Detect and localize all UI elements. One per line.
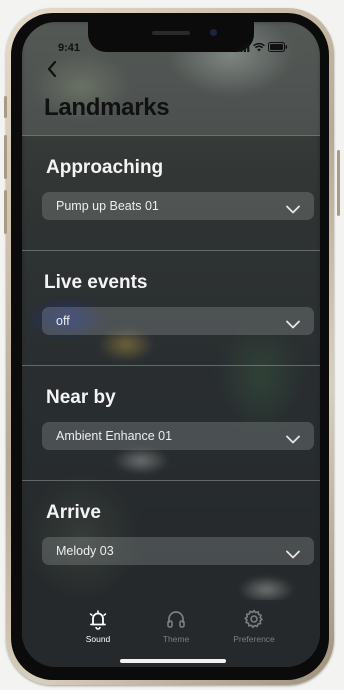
notch	[88, 22, 254, 52]
tab-preference[interactable]: Preference	[214, 608, 294, 650]
volume-up-button	[4, 135, 7, 179]
section-label: Live events	[44, 272, 148, 293]
chevron-down-icon	[286, 546, 300, 564]
app-screen: 9:41 Landmarks Approaching Pump up Beats…	[22, 22, 320, 667]
chevron-left-icon	[47, 60, 57, 82]
section-label: Near by	[46, 387, 116, 408]
status-icons	[237, 42, 288, 52]
section-approaching: Approaching Pump up Beats 01	[22, 135, 320, 250]
wifi-icon	[253, 42, 265, 52]
status-bar: 9:41	[22, 22, 320, 66]
near-by-sound-select[interactable]: Ambient Enhance 01	[42, 422, 314, 450]
chevron-down-icon	[286, 201, 300, 219]
speaker-grille	[152, 31, 190, 35]
cellular-signal-icon	[237, 42, 250, 52]
section-live-events: Live events off	[22, 250, 320, 365]
select-value: Melody 03	[56, 544, 114, 558]
chevron-down-icon	[286, 431, 300, 449]
section-label: Arrive	[46, 502, 101, 523]
volume-down-button	[4, 190, 7, 234]
power-button	[337, 150, 340, 216]
headphones-icon	[165, 608, 187, 630]
select-value: Ambient Enhance 01	[56, 429, 173, 443]
home-indicator[interactable]	[120, 659, 226, 663]
canvas: 9:41 Landmarks Approaching Pump up Beats…	[0, 0, 344, 690]
bell-icon	[87, 608, 109, 630]
status-time: 9:41	[58, 42, 81, 54]
live-events-select[interactable]: off	[42, 307, 314, 335]
tab-label: Sound	[85, 634, 111, 644]
section-arrive: Arrive Melody 03	[22, 480, 320, 595]
back-button[interactable]	[44, 60, 60, 82]
tab-sound[interactable]: Sound	[58, 608, 138, 650]
battery-icon	[268, 42, 288, 52]
arrive-sound-select[interactable]: Melody 03	[42, 537, 314, 565]
approaching-sound-select[interactable]: Pump up Beats 01	[42, 192, 314, 220]
tab-bar: Sound Theme Preference	[22, 600, 320, 667]
section-label: Approaching	[46, 157, 164, 178]
section-near-by: Near by Ambient Enhance 01	[22, 365, 320, 480]
front-camera	[210, 29, 217, 36]
chevron-down-icon	[286, 316, 300, 334]
select-value: off	[56, 314, 70, 328]
mute-switch	[4, 96, 7, 118]
tab-theme[interactable]: Theme	[136, 608, 216, 650]
gear-icon	[243, 608, 265, 630]
page-title: Landmarks	[44, 94, 170, 121]
tab-label: Preference	[233, 634, 275, 644]
select-value: Pump up Beats 01	[56, 199, 159, 213]
tab-label: Theme	[162, 634, 190, 644]
